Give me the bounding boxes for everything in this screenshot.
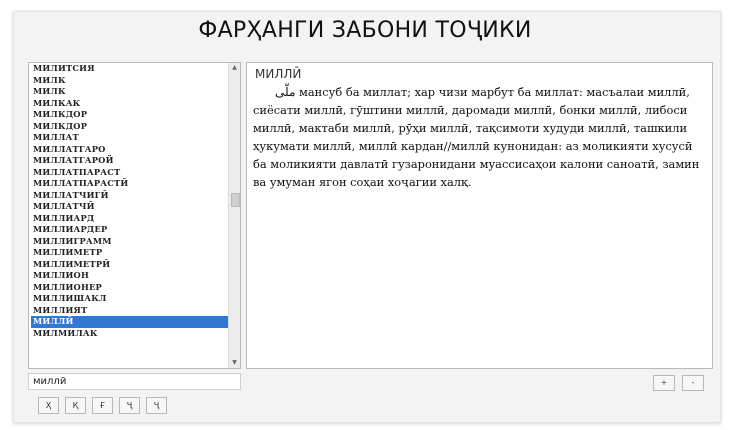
zoom-out-button[interactable]: - — [682, 375, 704, 391]
letter-button[interactable]: Ғ — [92, 397, 113, 414]
scroll-down-icon[interactable]: ▼ — [229, 358, 240, 368]
word-list[interactable]: МИЛИТСИЯ МИЛК МИЛК МИЛКАК МИЛКДОР МИЛКДОР МИЛЛ… — [28, 62, 241, 369]
definition-headword: МИЛЛӢ — [255, 67, 302, 81]
word-list-item[interactable]: МИЛЛАТ — [31, 132, 228, 144]
word-list-item[interactable]: МИЛЛИЯТ — [31, 305, 228, 317]
word-list-item[interactable]: МИЛКДОР — [31, 121, 228, 133]
word-list-item[interactable]: МИЛКДОР — [31, 109, 228, 121]
word-list-item[interactable]: МИЛМИЛАК — [31, 328, 228, 340]
word-list-scrollbar[interactable]: ▲ ▼ — [228, 63, 240, 368]
definition-arabic: ملّی — [275, 85, 296, 99]
scroll-up-icon[interactable]: ▲ — [229, 63, 240, 73]
word-list-item[interactable]: МИЛЛАТГАРО — [31, 144, 228, 156]
word-list-item[interactable]: МИЛЛАТПАРАСТ — [31, 167, 228, 179]
word-list-item[interactable]: МИЛЛӢ — [31, 316, 228, 328]
scroll-thumb[interactable] — [231, 193, 240, 207]
letter-button[interactable]: Ҷ — [119, 397, 140, 414]
word-list-item[interactable]: МИЛЛАТПАРАСТӢ — [31, 178, 228, 190]
word-list-item[interactable]: МИЛИТСИЯ — [31, 63, 228, 75]
definition-text: мансуб ба миллат; хар чизи марбут ба мил… — [253, 85, 700, 189]
word-list-item[interactable]: МИЛЛИШАКЛ — [31, 293, 228, 305]
letter-button[interactable]: Қ — [65, 397, 86, 414]
word-list-item[interactable]: МИЛЛИОН — [31, 270, 228, 282]
letter-button[interactable]: Ҷ — [146, 397, 167, 414]
word-list-item[interactable]: МИЛЛИОНЕР — [31, 282, 228, 294]
word-list-item[interactable]: МИЛЛИМЕТР — [31, 247, 228, 259]
word-list-item[interactable]: МИЛЛИМЕТРӢ — [31, 259, 228, 271]
word-list-item[interactable]: МИЛЛИАРДЕР — [31, 224, 228, 236]
word-list-item[interactable]: МИЛЛАТГАРОЙ — [31, 155, 228, 167]
search-input[interactable]: миллӣ — [28, 373, 241, 390]
word-list-items: МИЛИТСИЯ МИЛК МИЛК МИЛКАК МИЛКДОР МИЛКДОР МИЛЛ… — [29, 63, 228, 339]
word-list-item[interactable]: МИЛЛИГРАММ — [31, 236, 228, 248]
word-list-item[interactable]: МИЛЛАТЧӢ — [31, 201, 228, 213]
definition-body: ملّی мансуб ба миллат; хар чизи марбут б… — [253, 83, 706, 191]
zoom-in-button[interactable]: + — [653, 375, 675, 391]
app-title: ФАРҲАНГИ ЗАБОНИ ТОҶИКИ — [198, 18, 532, 43]
letter-button[interactable]: Ҳ — [38, 397, 59, 414]
letter-buttons: ҲҚҒҶҶ — [38, 397, 173, 415]
word-list-item[interactable]: МИЛКАК — [31, 98, 228, 110]
word-list-item[interactable]: МИЛЛИАРД — [31, 213, 228, 225]
word-list-item[interactable]: МИЛК — [31, 86, 228, 98]
definition-panel: МИЛЛӢ ملّی мансуб ба миллат; хар чизи ма… — [246, 62, 713, 369]
word-list-item[interactable]: МИЛЛАТЧИГӢ — [31, 190, 228, 202]
word-list-item[interactable]: МИЛК — [31, 75, 228, 87]
